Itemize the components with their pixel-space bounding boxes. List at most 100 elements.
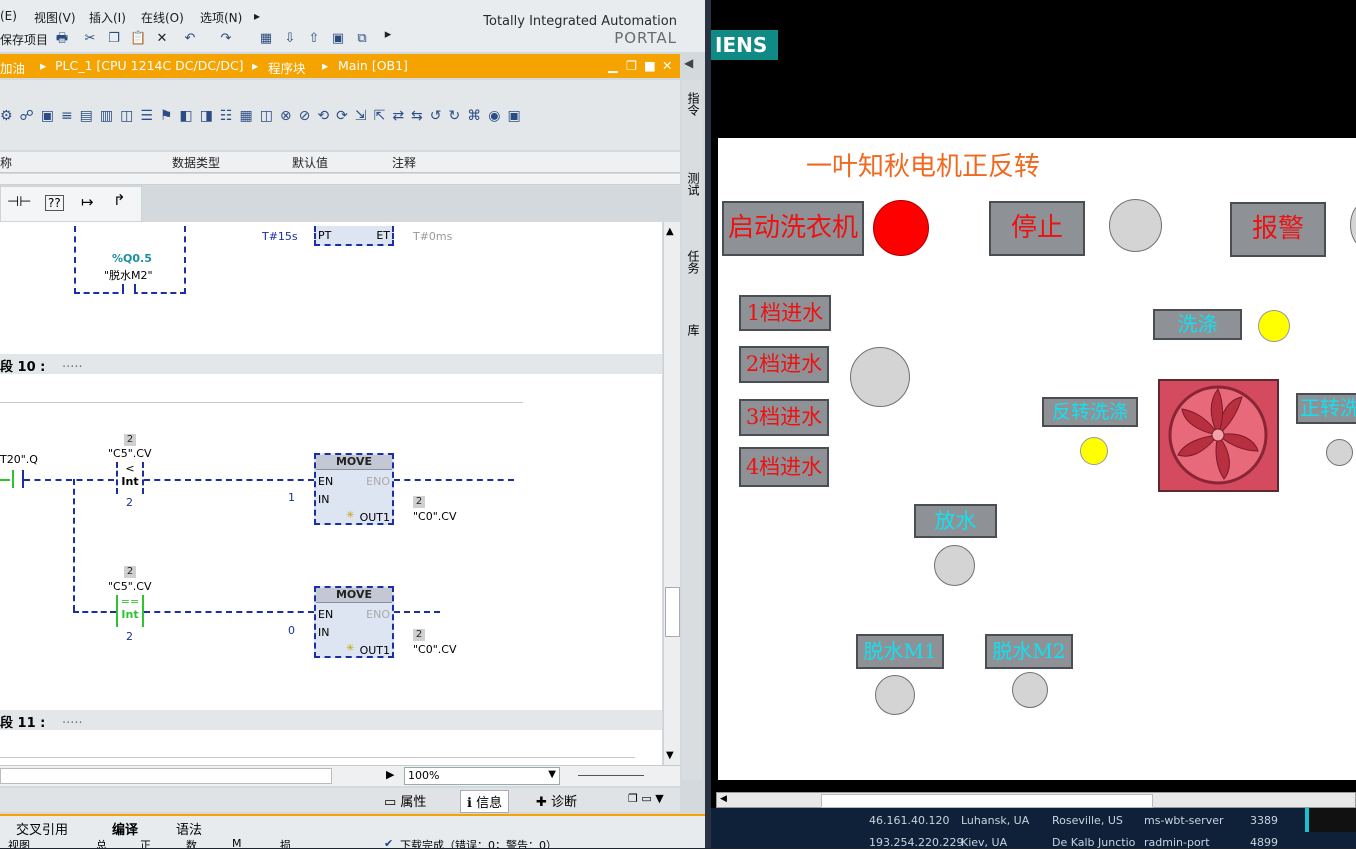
col-datatype[interactable]: 数据类型 xyxy=(172,154,220,171)
col-default[interactable]: 默认值 xyxy=(292,154,328,171)
cut-icon[interactable]: ✂ xyxy=(82,31,98,47)
chevron-down-icon: ▼ xyxy=(548,769,556,780)
breadcrumb-program-blocks[interactable]: 程序块 xyxy=(268,58,306,77)
tab-syntax[interactable]: 语法 xyxy=(176,819,202,838)
gear2-fill-button[interactable]: 2档进水 xyxy=(739,346,829,383)
gear4-fill-button[interactable]: 4档进水 xyxy=(739,447,829,487)
block-toolbar-icons[interactable]: ⚙☍▣≡▤▥◫☰⚑◧◨☷▦◫⊗⊘⟲⟳⇲⇱⇄⇆↺↻⌘◉▣ xyxy=(0,108,670,130)
breadcrumb-main[interactable]: Main [OB1] xyxy=(338,58,408,73)
tab-info[interactable]: ℹ 信息 xyxy=(460,790,510,813)
tab-libraries[interactable]: 库 xyxy=(685,324,702,336)
maximize-icon[interactable]: ■ xyxy=(644,58,656,73)
drain-button[interactable]: 放水 xyxy=(914,504,997,538)
upload-icon[interactable]: ⇧ xyxy=(306,31,322,47)
menu-insert[interactable]: 插入(I) xyxy=(89,9,126,26)
zoom-value: 100% xyxy=(408,769,440,782)
contact-t20[interactable] xyxy=(12,470,24,488)
tab-tasks[interactable]: 任务 xyxy=(685,250,702,274)
save-project-button[interactable]: 保存项目 xyxy=(0,31,48,48)
taskbar-item-4[interactable]: M xyxy=(232,837,242,848)
compile-icon[interactable]: ▦ xyxy=(258,31,274,47)
tab-cross-reference[interactable]: 交叉引用 xyxy=(16,819,68,838)
hscroll-right-icon[interactable]: ▶ xyxy=(386,768,394,781)
compare-equal-int[interactable]: == Int xyxy=(116,595,144,627)
redo-icon[interactable]: ↷ xyxy=(218,31,234,47)
stop-button[interactable]: 停止 xyxy=(989,201,1085,256)
ladder-editor[interactable]: T#15s PT ET T#0ms %Q0.5 "脱水M2" 段 10 : ..… xyxy=(0,222,662,767)
row2-target: De Kalb Junctio xyxy=(1052,836,1136,849)
simulate-icon[interactable]: ▣ xyxy=(330,31,346,47)
reverse-wash-button[interactable]: 反转洗涤 xyxy=(1042,397,1138,427)
hmi-scroll-left-icon[interactable]: ◀ xyxy=(720,794,727,804)
taskbar-item-1[interactable]: 总 xyxy=(96,837,107,848)
tab-diagnostics[interactable]: ✚ 诊断 xyxy=(536,791,577,810)
editor-horizontal-scrollbar[interactable]: ▶ 100% ▼ xyxy=(0,765,680,786)
undo-icon[interactable]: ↶ xyxy=(182,31,198,47)
timer-block[interactable]: PT ET xyxy=(314,226,394,246)
delete-icon[interactable]: ✕ xyxy=(154,31,170,47)
menu-edit[interactable]: (E) xyxy=(0,9,17,23)
alarm-button[interactable]: 报警 xyxy=(1230,202,1326,257)
breadcrumb-plc[interactable]: PLC_1 [CPU 1214C DC/DC/DC] xyxy=(55,58,244,73)
paste-icon[interactable]: 📋 xyxy=(130,31,146,47)
start-washer-button[interactable]: 启动洗衣机 xyxy=(722,201,864,256)
collapse-arrow-icon[interactable]: ◀ xyxy=(684,56,693,70)
taskbar-item-3[interactable]: 数 xyxy=(186,837,197,848)
col-comment[interactable]: 注释 xyxy=(392,154,416,171)
zoom-slider[interactable] xyxy=(578,775,644,776)
hmi-scroll-thumb[interactable] xyxy=(821,794,1153,808)
close-branch-icon[interactable]: ↱ xyxy=(113,191,126,209)
restore-icon[interactable]: ❐ xyxy=(626,58,637,73)
copy-icon[interactable]: ❐ xyxy=(106,31,122,47)
scroll-up-icon[interactable]: ▲ xyxy=(666,226,674,237)
forward-wash-button[interactable]: 正转洗 xyxy=(1296,393,1356,424)
spin-m2-button[interactable]: 脱水M2 xyxy=(985,634,1073,669)
minimize-icon[interactable]: ▁ xyxy=(608,58,618,73)
taskbar-item-2[interactable]: 正 xyxy=(140,837,151,848)
menu-options[interactable]: 选项(N) xyxy=(200,9,242,26)
breadcrumb-project[interactable]: 加油 xyxy=(0,58,25,77)
hscroll-thumb[interactable] xyxy=(0,768,332,784)
col-name[interactable]: 称 xyxy=(0,154,12,171)
move-block-1[interactable]: MOVE EN ENO IN OUT1 ✳ xyxy=(314,453,394,525)
menu-online[interactable]: 在线(O) xyxy=(141,9,184,26)
segment-11-header[interactable]: 段 11 : ..... xyxy=(0,710,662,731)
segment-11-comment: ..... xyxy=(62,712,83,727)
coil-address: %Q0.5 xyxy=(112,252,152,265)
editor-vertical-scrollbar[interactable]: ▲ ▼ xyxy=(663,222,680,767)
empty-box-icon[interactable]: ?? xyxy=(45,195,64,211)
rung2-wire-3 xyxy=(394,611,440,613)
download-icon[interactable]: ⇩ xyxy=(282,31,298,47)
contact-icon[interactable]: ⊣⊢ xyxy=(7,194,31,210)
portal-view-button[interactable]: 视图 xyxy=(8,837,30,848)
gear1-fill-button[interactable]: 1档进水 xyxy=(739,295,831,331)
panel-controls-icon[interactable]: ❐ ▭ ▼ xyxy=(628,792,664,805)
spin-m1-button[interactable]: 脱水M1 xyxy=(856,634,944,669)
menu-view[interactable]: 视图(V) xyxy=(34,9,76,26)
menu-more-arrow[interactable]: ▸ xyxy=(254,9,260,23)
scroll-down-icon[interactable]: ▼ xyxy=(666,750,674,761)
scroll-thumb[interactable] xyxy=(665,587,680,637)
row2-port: 4899 xyxy=(1250,836,1278,849)
print-icon[interactable]: 🖶 xyxy=(54,31,70,47)
editor-title-bar: 加油 ▸ PLC_1 [CPU 1214C DC/DC/DC] ▸ 程序块 ▸ … xyxy=(0,54,680,78)
toolbar-more-arrow[interactable]: ▸ xyxy=(380,27,396,43)
cmp1-name: "C5".CV xyxy=(108,447,152,460)
wash-button[interactable]: 洗涤 xyxy=(1153,309,1242,340)
coil-contact[interactable] xyxy=(122,284,136,294)
taskbar-item-5[interactable]: 损 xyxy=(280,837,291,848)
gear3-fill-button[interactable]: 3档进水 xyxy=(739,399,829,436)
zoom-select[interactable]: 100% ▼ xyxy=(404,767,560,785)
tab-testing[interactable]: 测试 xyxy=(685,172,702,196)
tab-compile[interactable]: 编译 xyxy=(112,819,138,838)
splitter[interactable] xyxy=(0,174,680,185)
tab-instructions[interactable]: 指令 xyxy=(685,92,702,116)
open-branch-icon[interactable]: ↦ xyxy=(81,193,94,211)
move-block-2[interactable]: MOVE EN ENO IN OUT1 ✳ xyxy=(314,586,394,658)
online-icon[interactable]: ⧉ xyxy=(354,31,370,47)
compare-less-int[interactable]: < Int xyxy=(116,462,144,494)
segment-10-header[interactable]: 段 10 : ..... xyxy=(0,354,662,375)
hmi-horizontal-scrollbar[interactable]: ◀ xyxy=(716,792,1356,808)
tab-properties[interactable]: ▭ 属性 xyxy=(384,791,426,810)
close-icon[interactable]: ✕ xyxy=(662,58,672,73)
